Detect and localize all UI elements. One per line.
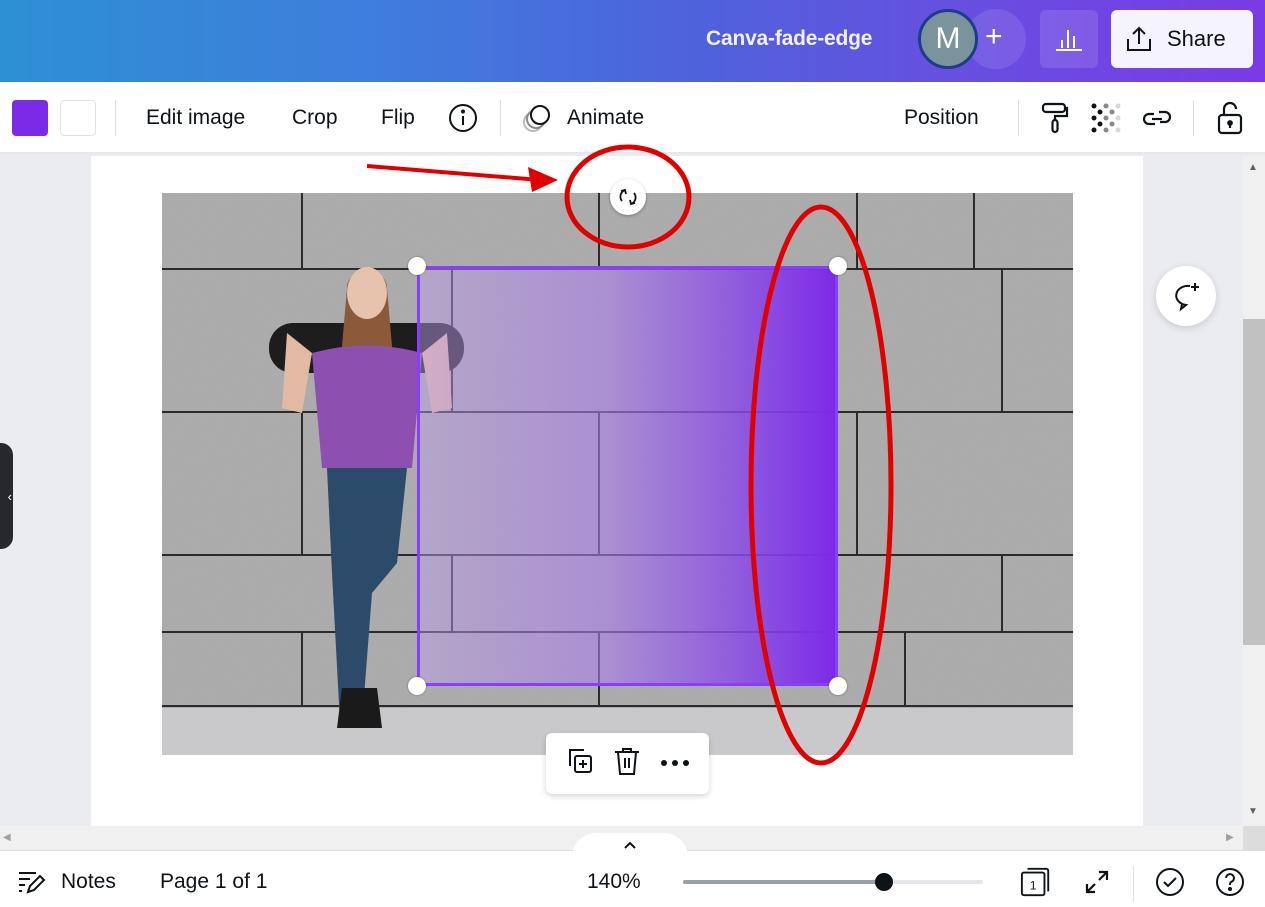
resize-handle-top-left[interactable] [408, 257, 426, 275]
vertical-scrollbar-thumb[interactable] [1243, 319, 1265, 645]
check-button[interactable] [1154, 866, 1186, 898]
color-swatch-white[interactable] [60, 100, 96, 136]
info-button[interactable] [447, 102, 479, 134]
duplicate-icon [569, 749, 593, 773]
insights-button[interactable] [1040, 10, 1098, 68]
trash-icon [615, 748, 640, 775]
unlock-icon [1217, 101, 1243, 135]
zoom-level[interactable]: 140% [587, 870, 641, 894]
notes-icon [19, 872, 46, 894]
document-title[interactable]: Canva-fade-edge [706, 27, 872, 51]
divider [500, 100, 501, 136]
plus-icon: + [985, 20, 1003, 53]
divider [1133, 866, 1134, 902]
resize-handle-bottom-right[interactable] [829, 677, 847, 695]
pages-icon: 1 [1020, 867, 1050, 897]
divider [1018, 100, 1019, 136]
lock-button[interactable] [1214, 101, 1246, 135]
resize-handle-bottom-left[interactable] [408, 677, 426, 695]
position-button[interactable]: Position [904, 104, 979, 132]
avatar[interactable]: M [918, 9, 978, 69]
more-options-button[interactable] [660, 755, 690, 773]
transparency-button[interactable] [1090, 102, 1122, 134]
rotate-handle[interactable] [610, 179, 646, 215]
notes-label[interactable]: Notes [61, 870, 116, 894]
check-circle-icon [1156, 868, 1184, 896]
chevron-up-icon [624, 841, 636, 849]
element-floating-toolbar [546, 733, 709, 794]
paint-roller-icon [1041, 102, 1069, 134]
upload-icon [1127, 26, 1151, 51]
link-icon [1142, 110, 1172, 126]
footer-bar: Notes Page 1 of 1 140% [0, 851, 1265, 907]
zoom-slider-knob[interactable] [875, 873, 893, 891]
help-icon [1216, 868, 1244, 896]
copy-style-button[interactable] [1039, 102, 1071, 134]
divider [115, 100, 116, 136]
collapse-side-panel-button[interactable]: ‹ [0, 443, 13, 549]
transparency-icon [1091, 103, 1121, 133]
animate-icon [523, 105, 550, 132]
page-indicator: Page 1 of 1 [160, 870, 268, 893]
delete-button[interactable] [613, 746, 641, 781]
expand-icon [1085, 870, 1109, 894]
fullscreen-button[interactable] [1081, 866, 1113, 898]
help-button[interactable] [1214, 866, 1246, 898]
add-comment-button[interactable] [1156, 266, 1216, 326]
comment-add-icon [1175, 283, 1199, 312]
page-count-badge: 1 [1030, 879, 1037, 893]
link-button[interactable] [1141, 102, 1173, 134]
flip-button[interactable]: Flip [381, 104, 415, 132]
page-grid-button[interactable]: 1 [1020, 866, 1052, 898]
scrollbar-corner [1243, 826, 1265, 851]
rotate-icon [619, 188, 637, 206]
scroll-right-arrow-icon[interactable]: ▶ [1226, 832, 1234, 843]
top-bar: Canva-fade-edge + M Share [0, 0, 1265, 82]
chevron-left-icon: ‹ [7, 488, 12, 504]
bar-chart-icon [1056, 30, 1082, 51]
info-icon [449, 104, 477, 132]
edit-image-button[interactable]: Edit image [146, 104, 245, 132]
animate-icon-wrap[interactable] [521, 102, 553, 134]
scroll-up-arrow-icon[interactable]: ▲ [1248, 162, 1258, 173]
divider [1193, 100, 1194, 136]
share-button[interactable]: Share [1111, 10, 1253, 68]
more-icon [660, 759, 689, 766]
scroll-left-arrow-icon[interactable]: ◀ [3, 832, 11, 843]
context-toolbar: Edit image Crop Flip Animate Position [0, 82, 1265, 154]
zoom-slider-fill [683, 880, 884, 884]
duplicate-button[interactable] [565, 746, 595, 781]
crop-button[interactable]: Crop [292, 104, 338, 132]
notes-button[interactable] [18, 870, 46, 899]
color-swatch-purple[interactable] [12, 100, 48, 136]
animate-button[interactable]: Animate [567, 104, 644, 132]
share-label: Share [1167, 26, 1226, 51]
gradient-rectangle-selected[interactable] [417, 266, 838, 686]
resize-handle-top-right[interactable] [829, 257, 847, 275]
scroll-down-arrow-icon[interactable]: ▼ [1248, 806, 1258, 817]
